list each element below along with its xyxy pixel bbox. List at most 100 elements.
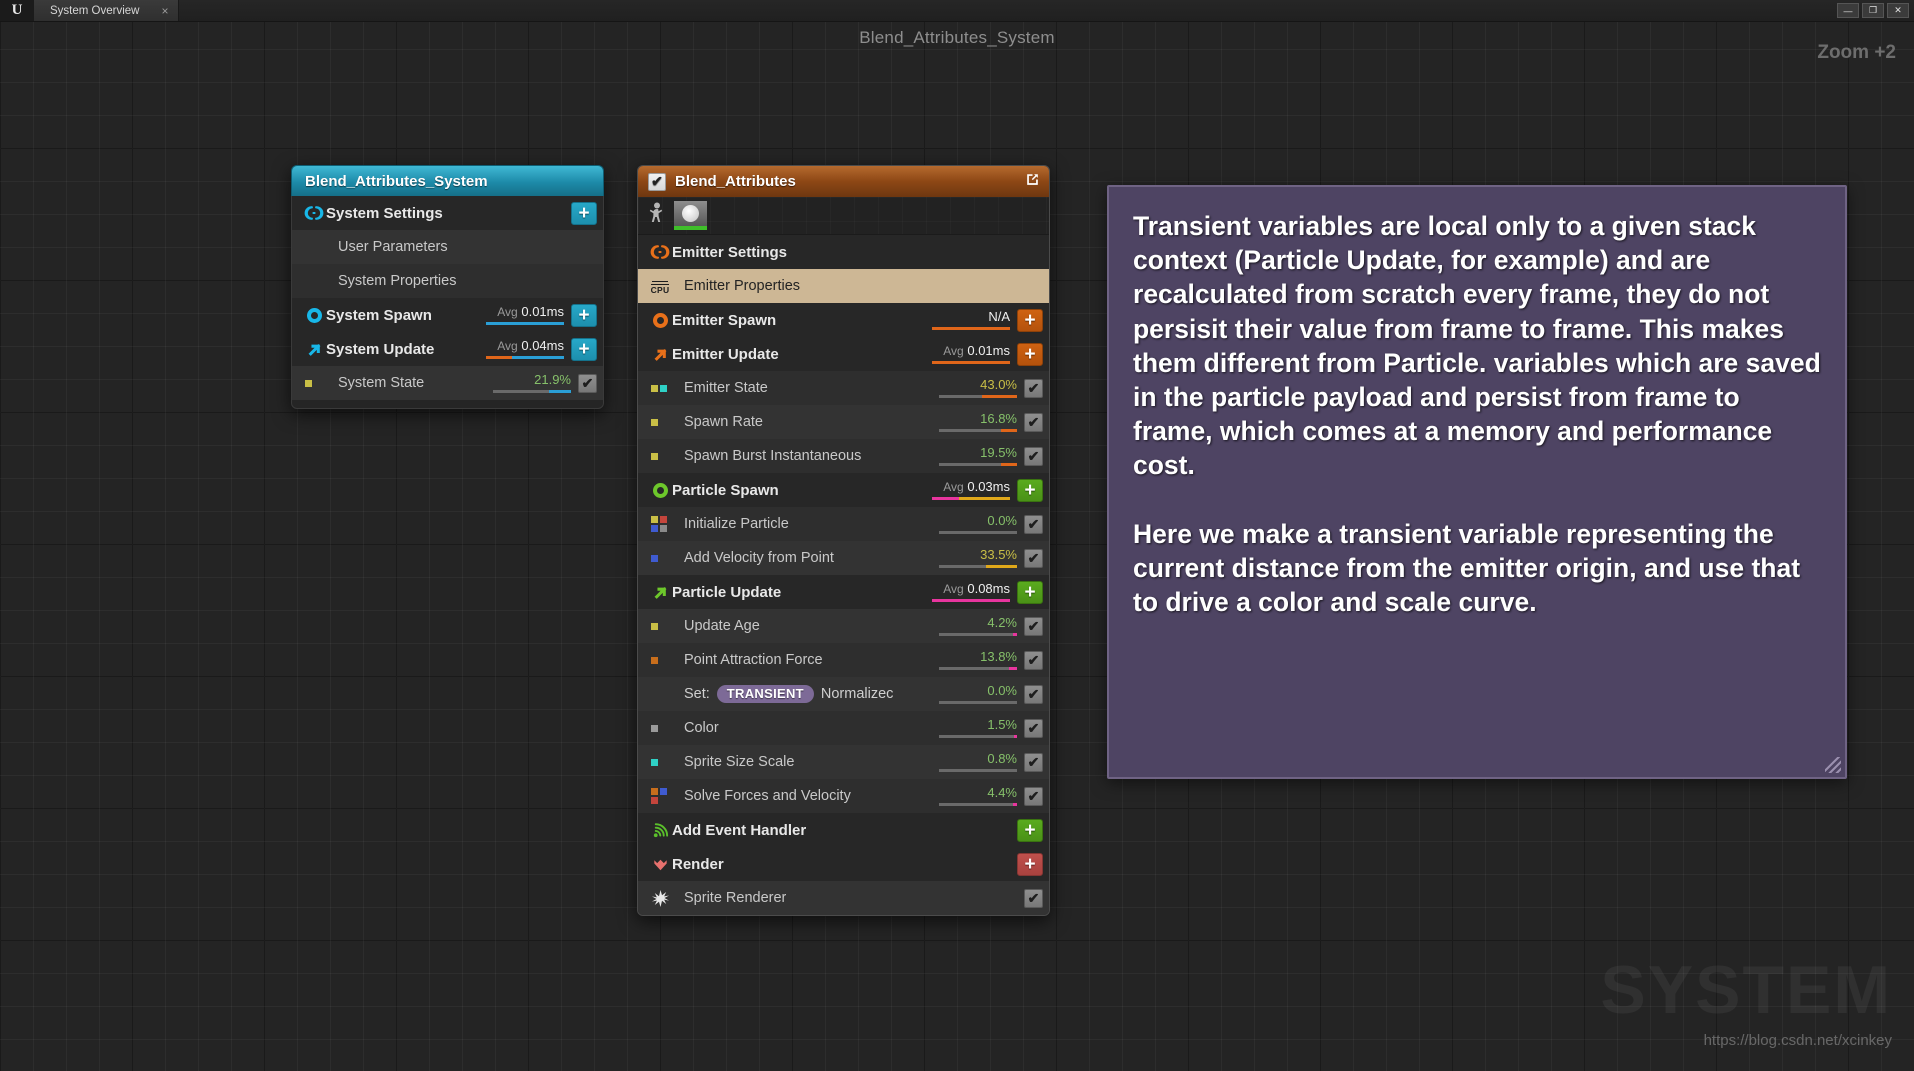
add-module-button[interactable]: + [1017,580,1043,604]
stack-row-system-settings[interactable]: System Settings + [292,196,603,230]
module-enabled-checkbox[interactable]: ✔ [1024,514,1043,534]
comment-resize-handle[interactable] [1825,757,1841,773]
system-settings-icon [302,203,326,223]
open-in-editor-icon[interactable] [1024,171,1041,193]
tab-close-icon[interactable]: × [161,4,168,18]
stack-row-set[interactable]: Set: TRANSIENT Normalizec 0.0% ✔ [638,677,1049,711]
stack-row-spawn-burst-instantaneous[interactable]: Spawn Burst Instantaneous 19.5% ✔ [638,439,1049,473]
stack-row-sprite-renderer[interactable]: Sprite Renderer ✔ [638,881,1049,915]
tab-label: System Overview [50,4,140,17]
performance-bar [939,769,1017,772]
stack-row-spawn-rate[interactable]: Spawn Rate 16.8% ✔ [638,405,1049,439]
module-enabled-checkbox[interactable]: ✔ [1024,718,1043,738]
stack-row-system-update[interactable]: System Update Avg 0.04ms + [292,332,603,366]
stack-row-initialize-particle[interactable]: Initialize Particle 0.0% ✔ [638,507,1049,541]
tab-system-overview[interactable]: System Overview × [34,0,180,21]
row-metric: N/A [932,310,1010,330]
stack-row-point-attraction-force[interactable]: Point Attraction Force 13.8% ✔ [638,643,1049,677]
stack-row-label: Point Attraction Force [684,652,823,668]
stack-row-add-event-handler[interactable]: Add Event Handler + [638,813,1049,847]
row-value: 0.01ms [521,304,564,319]
stack-row-color[interactable]: Color 1.5% ✔ [638,711,1049,745]
emitter-node-title: Blend_Attributes [675,173,796,190]
row-percent-value: 33.5% [980,547,1017,562]
row-percent-value: 1.5% [987,717,1017,732]
stack-row-system-state[interactable]: System State 21.9% ✔ [292,366,603,400]
add-module-button[interactable]: + [571,303,597,327]
performance-bar [939,735,1017,738]
row-metric: 16.8% [939,412,1017,432]
module-enabled-checkbox[interactable]: ✔ [1024,650,1043,670]
avg-prefix: Avg [943,582,964,596]
add-module-button[interactable]: + [1017,818,1043,842]
add-module-button[interactable]: + [571,201,597,225]
close-button[interactable]: ✕ [1887,3,1909,18]
stack-row-user-parameters[interactable]: User Parameters [292,230,603,264]
stack-row-label: Spawn Rate [684,414,763,430]
stack-row-emitter-spawn[interactable]: Emitter Spawn N/A + [638,303,1049,337]
module-color-dots [648,724,672,732]
stack-row-label: Add Velocity from Point [684,550,834,566]
system-node[interactable]: Blend_Attributes_System System Settings +… [291,165,604,409]
maximize-button[interactable]: ❐ [1862,3,1884,18]
stack-row-label: Emitter Update [672,345,779,363]
module-enabled-checkbox[interactable]: ✔ [1024,446,1043,466]
performance-bar [939,429,1017,432]
system-node-title[interactable]: Blend_Attributes_System [291,165,604,196]
add-module-button[interactable]: + [1017,342,1043,366]
row-time-value: Avg 0.01ms [497,304,564,320]
module-enabled-checkbox[interactable]: ✔ [1024,684,1043,704]
add-module-button[interactable]: + [571,337,597,361]
stack-row-emitter-state[interactable]: Emitter State 43.0% ✔ [638,371,1049,405]
module-enabled-checkbox[interactable]: ✔ [1024,378,1043,398]
module-enabled-checkbox[interactable]: ✔ [1024,786,1043,806]
row-metric: 4.4% [939,786,1017,806]
row-time-value: Avg 0.03ms [943,480,1010,495]
stack-row-label: Add Event Handler [672,821,807,839]
performance-bar [486,356,564,359]
stack-row-emitter-properties[interactable]: CPU Emitter Properties [638,269,1049,303]
module-enabled-checkbox[interactable]: ✔ [1024,888,1043,908]
add-module-button[interactable]: + [1017,308,1043,332]
row-metric: Avg 0.08ms [932,582,1010,602]
emitter-enabled-checkbox[interactable]: ✔ [648,172,666,191]
minimize-button[interactable]: — [1837,3,1859,18]
module-enabled-checkbox[interactable]: ✔ [1024,548,1043,568]
emitter-spawn-icon [648,312,672,328]
stack-row-solve-forces-and-velocity[interactable]: Solve Forces and Velocity 4.4% ✔ [638,779,1049,813]
avg-prefix: Avg [943,480,964,494]
module-color-dots [648,788,672,804]
performance-bar [932,599,1010,602]
stack-row-label: Emitter Settings [672,243,788,261]
stack-row-label: Color [684,720,719,736]
stack-row-emitter-update[interactable]: Emitter Update Avg 0.01ms + [638,337,1049,371]
row-metric: 33.5% [939,548,1017,568]
titlebar-drag-region[interactable] [179,0,1837,21]
module-enabled-checkbox[interactable]: ✔ [1024,752,1043,772]
stack-row-particle-spawn[interactable]: Particle Spawn Avg 0.03ms + [638,473,1049,507]
comment-box[interactable]: Transient variables are local only to a … [1107,185,1847,779]
module-color-dots [648,452,672,460]
stack-row-update-age[interactable]: Update Age 4.2% ✔ [638,609,1049,643]
avg-prefix: Avg [497,339,518,353]
emitter-node-header[interactable]: ✔ Blend_Attributes [638,166,1049,197]
emitter-thumbnail[interactable] [674,201,707,230]
emitter-node[interactable]: ✔ Blend_Attributes Emitter Settings CPU Em… [637,165,1050,916]
set-prefix-label: Set: [684,686,710,702]
stack-row-particle-update[interactable]: Particle Update Avg 0.08ms + [638,575,1049,609]
system-spawn-icon [302,307,326,323]
module-enabled-checkbox[interactable]: ✔ [578,373,597,393]
niagara-system-overview: U System Overview × — ❐ ✕ Blend_Attribut… [0,0,1914,1071]
module-enabled-checkbox[interactable]: ✔ [1024,616,1043,636]
module-color-dots [648,384,672,392]
stack-row-render[interactable]: Render + [638,847,1049,881]
graph-canvas[interactable]: Blend_Attributes_System Zoom +2 SYSTEM h… [0,22,1914,1071]
stack-row-add-velocity-from-point[interactable]: Add Velocity from Point 33.5% ✔ [638,541,1049,575]
stack-row-system-spawn[interactable]: System Spawn Avg 0.01ms + [292,298,603,332]
module-enabled-checkbox[interactable]: ✔ [1024,412,1043,432]
stack-row-emitter-settings[interactable]: Emitter Settings [638,235,1049,269]
stack-row-system-properties[interactable]: System Properties [292,264,603,298]
stack-row-sprite-size-scale[interactable]: Sprite Size Scale 0.8% ✔ [638,745,1049,779]
add-module-button[interactable]: + [1017,478,1043,502]
add-module-button[interactable]: + [1017,852,1043,876]
